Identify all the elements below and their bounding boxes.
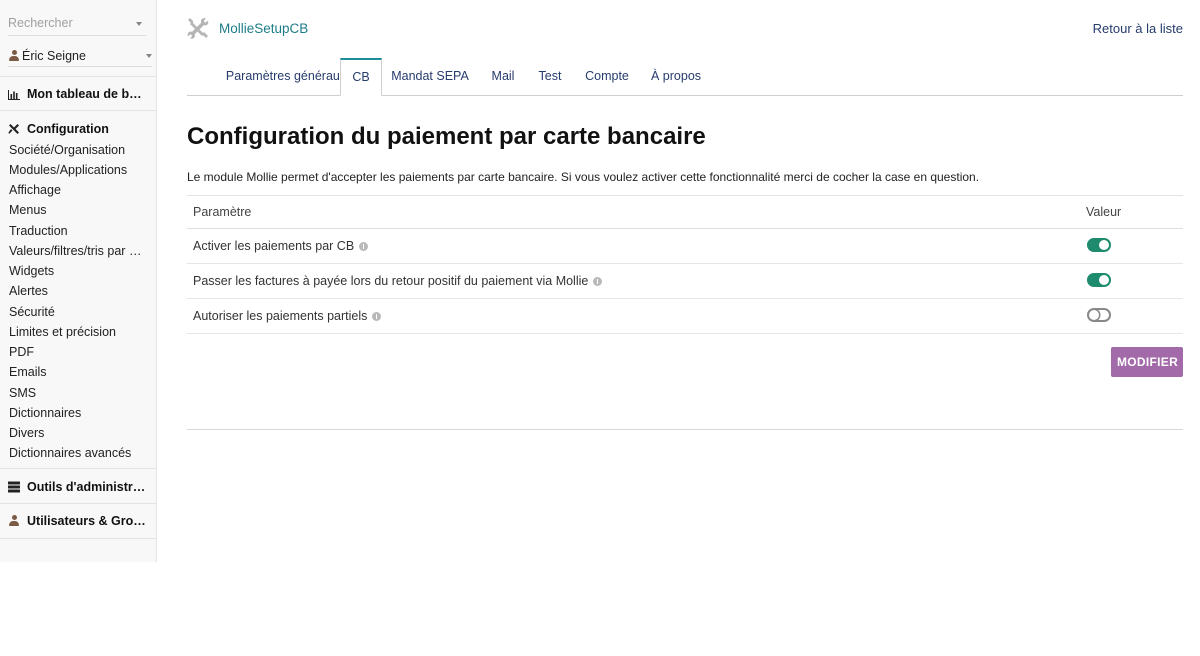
submenu-item-widgets[interactable]: Widgets <box>9 264 147 278</box>
submenu-item-emails[interactable]: Emails <box>9 365 147 379</box>
submenu-item-sms[interactable]: SMS <box>9 386 147 400</box>
user-icon <box>9 515 19 526</box>
search-input[interactable] <box>8 16 126 30</box>
page-description: Le module Mollie permet d'accepter les p… <box>187 170 980 184</box>
tab-sepa-mandate[interactable]: Mandat SEPA <box>390 58 470 94</box>
menu-label: Utilisateurs & Groupes <box>27 514 149 528</box>
tab-test[interactable]: Test <box>534 58 566 94</box>
tab-general-settings[interactable]: Paramètres généraux <box>211 58 361 94</box>
setting-label: Passer les factures à payée lors du reto… <box>193 274 603 288</box>
submenu-item-default-values[interactable]: Valeurs/filtres/tris par défaut <box>9 244 147 258</box>
menu-users-groups: Utilisateurs & Groupes <box>0 503 156 539</box>
divider <box>187 429 1183 430</box>
chevron-down-icon[interactable] <box>146 54 152 58</box>
tab-about[interactable]: À propos <box>649 58 703 94</box>
chart-icon <box>8 90 20 100</box>
search-box[interactable] <box>8 13 146 36</box>
tools-icon <box>187 18 209 39</box>
tools-icon <box>8 124 19 134</box>
column-header-value: Valeur <box>1086 205 1122 219</box>
toggle-enable-card-payments[interactable] <box>1087 238 1111 252</box>
submenu-item-misc[interactable]: Divers <box>9 426 147 440</box>
menu-dashboard: Mon tableau de bord <box>0 76 156 110</box>
chevron-down-icon[interactable] <box>136 22 142 26</box>
menu-label: Mon tableau de bord <box>27 87 149 101</box>
settings-table: Paramètre Valeur Activer les paiements p… <box>187 195 1183 334</box>
submenu-item-alerts[interactable]: Alertes <box>9 284 147 298</box>
module-title: MollieSetupCB <box>219 21 309 36</box>
setting-label: Autoriser les paiements partiels <box>193 309 382 323</box>
toggle-mark-invoices-paid[interactable] <box>1087 273 1111 287</box>
column-header-parameter: Paramètre <box>193 205 252 219</box>
submenu-item-modules[interactable]: Modules/Applications <box>9 163 147 177</box>
toggle-allow-partial-payments[interactable] <box>1087 308 1111 322</box>
info-icon[interactable] <box>359 242 369 251</box>
submenu-item-pdf[interactable]: PDF <box>9 345 147 359</box>
info-icon[interactable] <box>372 312 382 321</box>
table-row: Autoriser les paiements partiels <box>187 299 1183 334</box>
sidebar: Éric Seigne Mon tableau de bord Configur… <box>0 0 157 562</box>
tab-account[interactable]: Compte <box>582 58 632 94</box>
menu-admin-tools: Outils d'administration <box>0 468 156 503</box>
submenu-item-advanced-dictionaries[interactable]: Dictionnaires avancés <box>9 446 147 460</box>
page-title: Configuration du paiement par carte banc… <box>187 123 706 150</box>
server-icon <box>8 481 20 493</box>
submenu-item-dictionaries[interactable]: Dictionnaires <box>9 406 147 420</box>
submenu-item-display[interactable]: Affichage <box>9 183 147 197</box>
setting-label: Activer les paiements par CB <box>193 239 369 253</box>
menu-label: Configuration <box>27 122 109 136</box>
table-row: Passer les factures à payée lors du reto… <box>187 264 1183 299</box>
back-to-list-link[interactable]: Retour à la liste <box>1093 21 1183 36</box>
tab-mail[interactable]: Mail <box>485 58 521 94</box>
user-icon <box>9 50 19 61</box>
menu-label: Outils d'administration <box>27 480 149 494</box>
tab-cb[interactable]: CB <box>340 58 382 96</box>
user-selector[interactable]: Éric Seigne <box>8 44 152 67</box>
table-row: Activer les paiements par CB <box>187 229 1183 264</box>
submenu-item-menus[interactable]: Menus <box>9 203 147 217</box>
submenu-item-company[interactable]: Société/Organisation <box>9 143 147 157</box>
info-icon[interactable] <box>593 277 603 286</box>
tab-bar: Paramètres généraux CB Mandat SEPA Mail … <box>187 58 1183 96</box>
submenu-item-translation[interactable]: Traduction <box>9 224 147 238</box>
table-header: Paramètre Valeur <box>187 196 1183 229</box>
modify-button[interactable]: MODIFIER <box>1111 347 1183 377</box>
user-name: Éric Seigne <box>22 49 86 63</box>
menu-configuration: Configuration Société/Organisation Modul… <box>0 110 156 468</box>
submenu-item-security[interactable]: Sécurité <box>9 305 147 319</box>
submenu-item-limits[interactable]: Limites et précision <box>9 325 147 339</box>
